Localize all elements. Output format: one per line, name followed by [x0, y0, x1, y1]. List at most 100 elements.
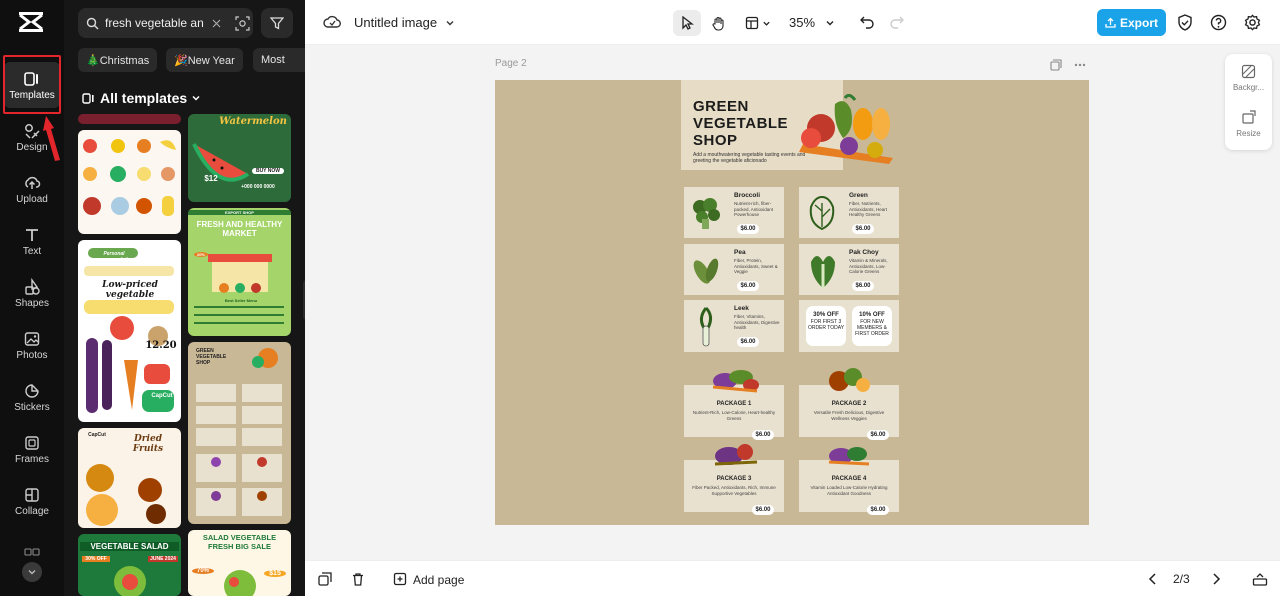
image-search-icon[interactable]: [235, 15, 250, 31]
coupon-card[interactable]: 30% OFF FOR FIRST 3 ORDER TODAY 10% OFF …: [799, 300, 899, 352]
menu-card-broccoli[interactable]: Broccoli Nutrient-rich, fiber-packed, An…: [684, 187, 784, 238]
chevron-left-icon[interactable]: [1148, 573, 1158, 585]
undo-icon[interactable]: [860, 15, 874, 29]
template-thumb-watermelon[interactable]: Watermelon $12 +000 000 0000 BUY NOW: [188, 114, 291, 202]
salad-illustration: [114, 566, 146, 596]
chevron-down-icon[interactable]: [445, 18, 455, 28]
upload-icon: [1105, 17, 1116, 28]
thumb-list: Best Seller Menu: [224, 298, 258, 303]
resize-label[interactable]: Resize: [1225, 129, 1272, 138]
capcut-logo-icon[interactable]: [16, 9, 46, 35]
template-thumb-dried-fruits[interactable]: Dried Fruits CapCut: [78, 428, 181, 528]
vegetable-basket-illustration[interactable]: [789, 94, 905, 170]
chevron-down-icon[interactable]: [825, 18, 835, 28]
rail-item-stickers[interactable]: Stickers: [4, 374, 60, 420]
gear-icon[interactable]: [1244, 14, 1261, 31]
add-page-button[interactable]: Add page: [393, 572, 464, 587]
coupon-10-off[interactable]: 10% OFF FOR NEW MEMBERS & FIRST ORDER: [852, 306, 892, 346]
template-thumb-low-priced-vegetable[interactable]: Low-priced vegetable Personal recommenda…: [78, 240, 181, 422]
item-desc: Fiber, Protein, Antioxidants, Sweet & Ve…: [734, 258, 778, 274]
coupon-30-off[interactable]: 30% OFF FOR FIRST 3 ORDER TODAY: [806, 306, 846, 346]
photos-icon: [24, 331, 40, 346]
top-bar: Untitled image 35% Export: [305, 0, 1280, 45]
template-thumb-top-cut[interactable]: [78, 114, 181, 124]
export-button[interactable]: Export: [1097, 9, 1166, 36]
template-thumb-green-vegetable-shop[interactable]: GREEN VEGETABLE SHOP: [188, 342, 291, 524]
rail-item-label: Photos: [16, 349, 48, 361]
design-title[interactable]: GREEN VEGETABLE SHOP: [693, 98, 803, 149]
trash-icon[interactable]: [351, 572, 365, 586]
pages-panel-icon[interactable]: [1252, 572, 1268, 586]
background-icon[interactable]: [1241, 64, 1256, 79]
bottom-bar: Add page 2/3: [305, 560, 1280, 596]
item-price: $6.00: [852, 281, 874, 291]
search-input[interactable]: fresh vegetable an: [78, 8, 253, 38]
design-icon: [25, 123, 40, 139]
rail-item-label: Shapes: [15, 297, 49, 309]
template-thumb-vegetable-salad[interactable]: VEGETABLE SALAD 30% OFF JUNE 2024: [78, 534, 181, 596]
rail-item-shapes[interactable]: Shapes: [4, 270, 60, 316]
package-1-veggies-illustration: [712, 370, 759, 393]
select-tool-button[interactable]: [673, 10, 701, 36]
hand-tool-button[interactable]: [705, 10, 731, 36]
resize-icon[interactable]: [1241, 110, 1256, 125]
rail-item-label: Frames: [15, 453, 49, 465]
chip-most[interactable]: Most: [253, 48, 305, 72]
package-desc: Vitamin Loaded Low-Calorie Hydrating Ant…: [810, 485, 888, 496]
rail-item-frames[interactable]: Frames: [4, 426, 60, 472]
chip-christmas[interactable]: 🎄Christmas: [78, 48, 158, 72]
expand-rail-button[interactable]: [22, 562, 42, 582]
rail-item-upload[interactable]: Upload: [4, 166, 60, 212]
package-desc: Versatile Fresh Delicious, Digestive Wel…: [813, 410, 885, 421]
package-price: $6.00: [752, 505, 774, 515]
cabbage-icon: [809, 195, 835, 231]
background-label[interactable]: Backgr...: [1225, 83, 1272, 92]
rail-item-design[interactable]: Design: [4, 114, 60, 160]
menu-card-leek[interactable]: Leek Fiber, Vitamins, Antioxidants, Dige…: [684, 300, 784, 352]
package-price: $6.00: [867, 505, 889, 515]
menu-card-pak-choy[interactable]: Pak Choy Vitamin & Minerals, Antioxidant…: [799, 244, 899, 295]
chevron-right-icon[interactable]: [1211, 573, 1221, 585]
cloud-icon[interactable]: [323, 14, 341, 30]
filter-button[interactable]: [261, 8, 293, 38]
item-name: Green: [849, 192, 868, 199]
add-page-icon: [393, 572, 407, 586]
rail-item-label: Design: [16, 141, 48, 153]
duplicate-page-icon[interactable]: [1050, 59, 1062, 71]
menu-card-pea[interactable]: Pea Fiber, Protein, Antioxidants, Sweet …: [684, 244, 784, 295]
duplicate-icon[interactable]: [318, 572, 332, 586]
chevron-down-icon: [192, 95, 200, 101]
template-thumb-fresh-market[interactable]: EXPORT SHOP FRESH AND HEALTHY MARKET Bes…: [188, 208, 291, 336]
item-price: $6.00: [737, 224, 759, 234]
package-name: PACKAGE 3: [716, 476, 752, 482]
rail-item-label: Text: [22, 245, 42, 257]
coupon-pct: 10% OFF: [859, 312, 885, 318]
redo-icon[interactable]: [890, 15, 904, 29]
all-templates-dropdown[interactable]: All templates: [82, 90, 201, 106]
thumb-note: Personal recommendation: [93, 251, 135, 263]
chip-new-year[interactable]: 🎉New Year: [166, 48, 243, 72]
all-templates-label: All templates: [100, 90, 188, 106]
more-options-icon[interactable]: [1074, 63, 1086, 67]
item-price: $6.00: [737, 337, 759, 347]
item-name: Leek: [734, 305, 749, 312]
menu-card-green[interactable]: Green Fiber, Nutrients, Antioxidants, He…: [799, 187, 899, 238]
help-icon[interactable]: [1210, 14, 1227, 31]
zoom-level[interactable]: 35%: [789, 15, 815, 30]
left-rail: Templates Design Upload Text Shapes Phot…: [0, 0, 64, 596]
frames-icon: [25, 435, 39, 450]
document-title[interactable]: Untitled image: [354, 15, 437, 30]
package-desc: Nutrient-Rich, Low-Calorie, Heart-health…: [692, 410, 776, 421]
rail-item-text[interactable]: Text: [4, 218, 60, 264]
clear-search-icon[interactable]: [212, 19, 221, 28]
layout-tool-button[interactable]: [739, 10, 777, 36]
shield-icon[interactable]: [1177, 14, 1193, 31]
rail-item-collage[interactable]: Collage: [4, 478, 60, 524]
design-page[interactable]: GREEN VEGETABLE SHOP Add a mouthwatering…: [495, 80, 1089, 525]
package-name: PACKAGE 4: [831, 476, 867, 482]
rail-item-photos[interactable]: Photos: [4, 322, 60, 368]
template-thumb-salad-big-sale[interactable]: SALAD VEGETABLE FRESH BIG SALE 70% $15: [188, 530, 291, 596]
template-thumb-fruits[interactable]: [78, 130, 181, 234]
package-2-veggies-illustration: [829, 368, 870, 392]
canvas-area[interactable]: Page 2 GREEN VEGETABLE SHOP Add a mouthw…: [305, 45, 1280, 560]
